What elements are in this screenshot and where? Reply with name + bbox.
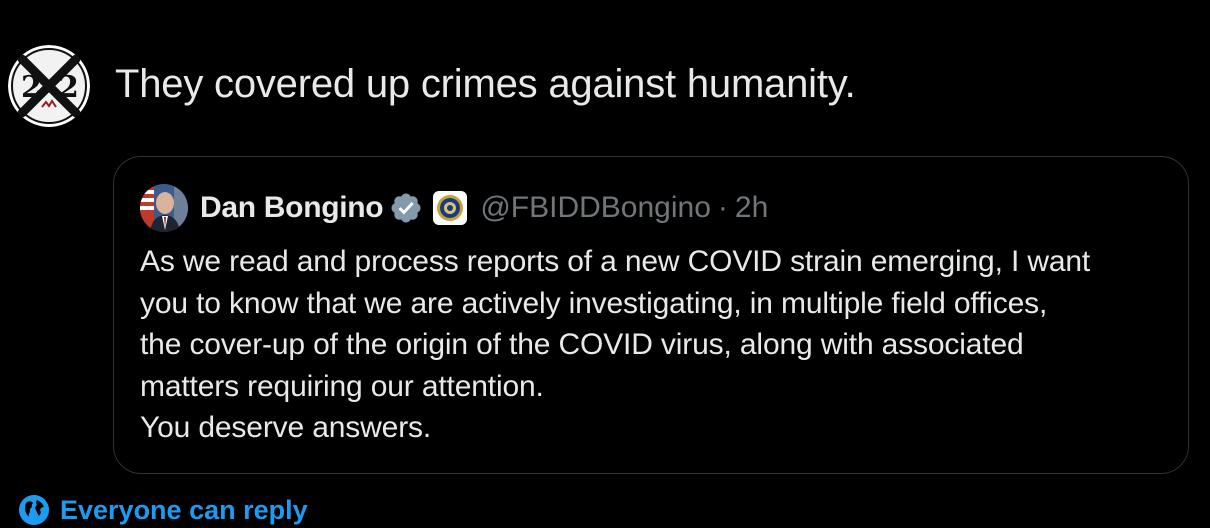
quoted-author-name[interactable]: Dan Bongino [200, 191, 384, 225]
quoted-post-line: As we read and process reports of a new … [140, 245, 1091, 278]
svg-text:2: 2 [21, 70, 42, 105]
quoted-author-avatar[interactable] [140, 184, 188, 232]
quoted-post-text: As we read and process reports of a new … [140, 241, 1176, 449]
quoted-post-timestamp[interactable]: 2h [735, 191, 768, 225]
quoted-post-card[interactable]: Dan Bongino @FBIDDBongino · 2h As we rea… [113, 156, 1189, 474]
globe-icon [19, 495, 49, 525]
author-avatar[interactable]: 2 2 [8, 45, 90, 127]
reply-setting-label: Everyone can reply [60, 494, 308, 525]
quoted-post-line: You deserve answers. [140, 411, 432, 444]
quoted-post-line: the cover-up of the origin of the COVID … [140, 328, 1024, 361]
quoted-post-header: Dan Bongino @FBIDDBongino · 2h [140, 183, 768, 233]
quoted-author-handle[interactable]: @FBIDDBongino [480, 191, 711, 225]
affiliation-badge-icon[interactable] [433, 191, 468, 225]
verified-badge-icon [391, 193, 421, 223]
post-text: They covered up crimes against humanity. [115, 62, 856, 106]
header-separator: · [717, 191, 728, 224]
quoted-post-line: you to know that we are actively investi… [140, 286, 1048, 320]
svg-text:2: 2 [58, 70, 79, 105]
quoted-post-line: matters requiring our attention. [140, 369, 544, 403]
reply-setting-button[interactable]: Everyone can reply [18, 494, 308, 526]
